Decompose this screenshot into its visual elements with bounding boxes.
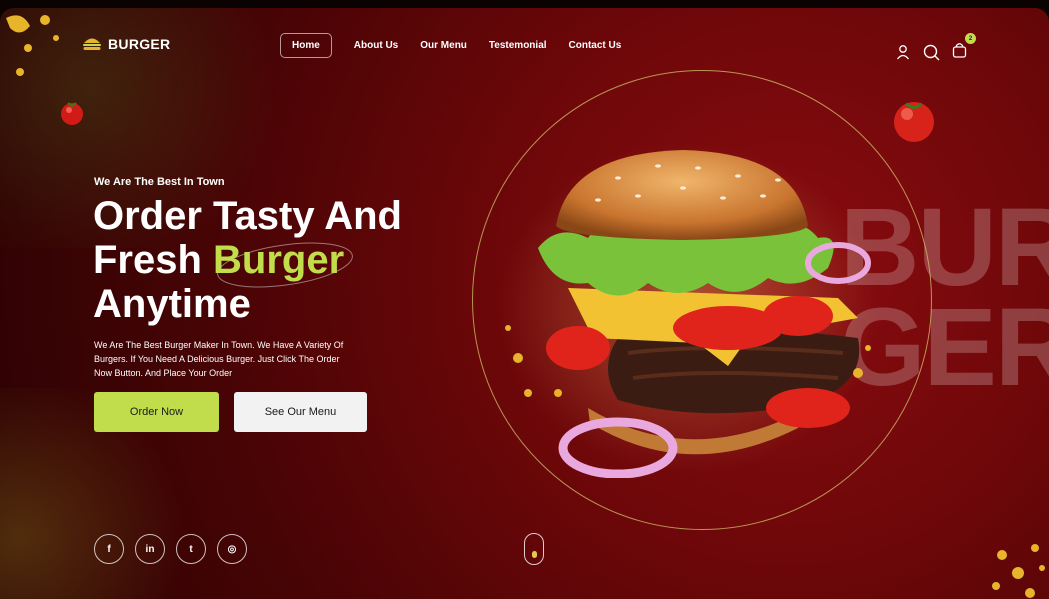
hero-tagline: We Are The Best In Town: [94, 176, 225, 188]
sauce-splash-top-left: [6, 15, 59, 76]
bag-icon: [952, 43, 967, 58]
cart-count-badge: 2: [965, 33, 976, 44]
headline-line-1: Order Tasty And: [93, 194, 402, 238]
cart-button[interactable]: 2: [952, 33, 976, 62]
nav-about-us[interactable]: About Us: [354, 40, 398, 51]
scroll-indicator[interactable]: [524, 533, 544, 565]
burger-icon: [83, 38, 101, 50]
hero-headline: Order Tasty And Fresh Burger Anytime: [93, 194, 453, 326]
header-actions: 2: [895, 33, 976, 62]
logo[interactable]: BURGER: [82, 36, 170, 52]
linkedin-icon[interactable]: in: [135, 534, 165, 564]
headline-line-2: Fresh Burger: [93, 238, 453, 282]
instagram-icon[interactable]: ◎: [217, 534, 247, 564]
headline-line-2-prefix: Fresh: [93, 238, 214, 282]
main-nav: Home About Us Our Menu Testemonial Conta…: [280, 33, 621, 58]
tomato-right-icon: [894, 102, 934, 142]
order-now-button[interactable]: Order Now: [94, 392, 219, 432]
twitter-icon[interactable]: t: [176, 534, 206, 564]
see-menu-button[interactable]: See Our Menu: [234, 392, 367, 432]
sauce-splash-bottom-right: [992, 544, 1045, 598]
nav-our-menu[interactable]: Our Menu: [420, 40, 467, 51]
headline-accent: Burger: [213, 238, 345, 282]
facebook-icon[interactable]: f: [94, 534, 124, 564]
headline-line-3: Anytime: [93, 282, 251, 326]
nav-home[interactable]: Home: [280, 33, 332, 58]
hero-description: We Are The Best Burger Maker In Town. We…: [94, 340, 344, 378]
social-links: f in t ◎: [94, 534, 247, 564]
nav-contact-us[interactable]: Contact Us: [569, 40, 622, 51]
nav-testimonial[interactable]: Testemonial: [489, 40, 547, 51]
hero-section: BURGER Home About Us Our Menu Testemonia…: [0, 8, 1049, 599]
search-icon[interactable]: [923, 44, 940, 61]
user-icon[interactable]: [895, 44, 911, 60]
logo-text: BURGER: [108, 36, 171, 52]
tomato-left-icon: [61, 102, 83, 125]
burger-image: [498, 143, 878, 478]
